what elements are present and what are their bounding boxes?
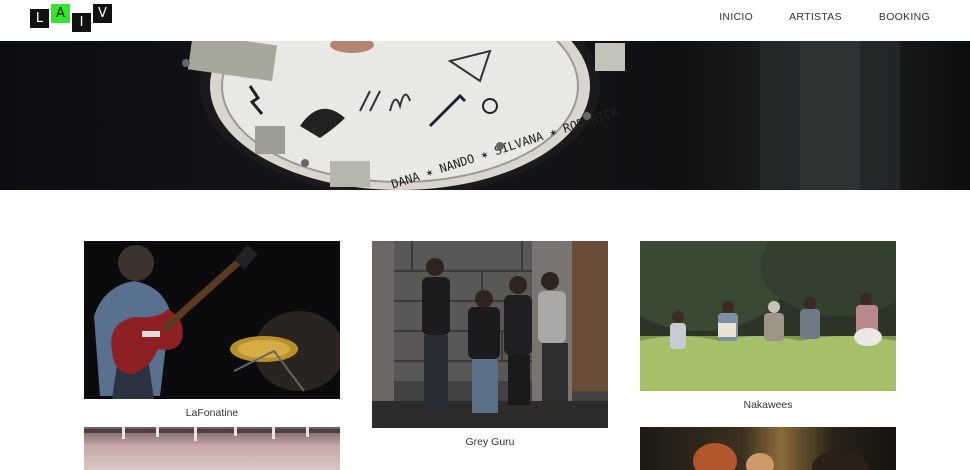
band-wall-image [372,241,608,428]
logo-letter: V [93,4,112,23]
laiv-logo[interactable]: L A I V [30,4,114,32]
logo-letter: A [51,4,70,23]
artist-image [693,443,868,470]
nav-item-inicio[interactable]: INICIO [719,11,753,23]
artist-photo[interactable] [640,427,896,470]
main-nav: INICIO ARTISTAS BOOKING [719,11,930,23]
artist-name[interactable]: Nakawees [640,399,896,411]
artist-image [84,427,340,441]
guitarist-image [84,241,340,399]
logo-letter: L [30,9,49,28]
artist-photo-nakawees[interactable] [640,241,896,391]
artist-photo[interactable] [84,427,340,470]
hero-banner: DANA ✶ NANDO ✶ SILVANA ✶ RODERICK [0,41,970,190]
artist-name[interactable]: LaFonatine [84,407,340,419]
site-header: L A I V INICIO ARTISTAS BOOKING [0,0,970,41]
hero-drum-image: DANA ✶ NANDO ✶ SILVANA ✶ RODERICK [182,41,900,190]
nav-item-artistas[interactable]: ARTISTAS [789,11,842,23]
logo-letter: I [72,13,91,32]
nav-item-booking[interactable]: BOOKING [879,11,930,23]
artist-name[interactable]: Grey Guru [372,436,608,448]
artist-photo-grey-guru[interactable] [372,241,608,428]
band-field-image [640,241,896,391]
artist-photo-lafonatine[interactable] [84,241,340,399]
